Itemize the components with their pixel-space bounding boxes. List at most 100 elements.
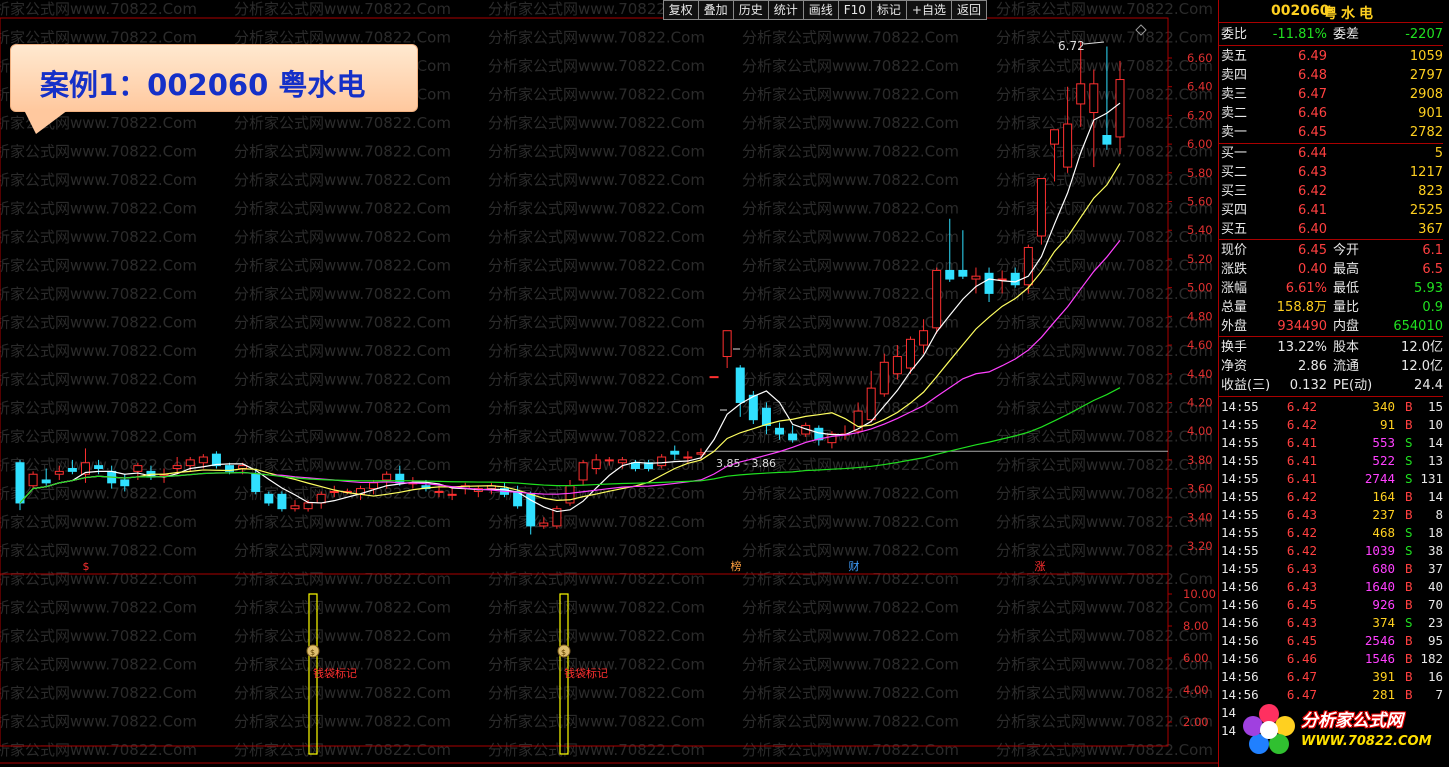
watermark-text: 分析家公式网www.70822.Com [742,428,959,446]
tick-time: 14:56 [1221,597,1259,612]
tick-time: 14:55 [1221,417,1259,432]
tick-side: B [1405,597,1413,612]
watermark-text: 分析家公式网www.70822.Com [742,86,959,104]
watermark-text: 分析家公式网www.70822.Com [488,513,705,531]
tick-time: 14 [1221,705,1237,720]
tick-volume: 237 [1372,507,1395,522]
candle-down [748,394,758,421]
tick-row[interactable]: 14:55 6.42 164 B 14 [1219,488,1443,506]
watermark-text: 分析家公式网www.70822.Com [742,513,959,531]
watermark-text: 分析家公式网www.70822.Com [996,371,1213,389]
tick-volume: 468 [1372,525,1395,540]
toolbar-button-7[interactable]: +自选 [905,0,952,20]
tick-row[interactable]: 14:55 6.43 680 B 37 [1219,560,1443,578]
watermark-text: 分析家公式网www.70822.Com [0,342,197,360]
tick-row[interactable]: 14:55 6.42 340 B 15 [1219,398,1443,416]
price-axis-label: 6.60 [1187,51,1213,65]
tick-row[interactable]: 14:55 6.41 553 S 14 [1219,434,1443,452]
stat-value: 2.86 [1298,359,1327,374]
watermark-text: 分析家公式网www.70822.Com [742,29,959,47]
toolbar-button-5[interactable]: F10 [837,0,872,20]
candle-up [866,387,876,421]
stat-value: 12.0亿 [1401,340,1443,355]
price-axis-label: 4.80 [1187,309,1213,323]
watermark-text: 分析家公式网www.70822.Com [488,342,705,360]
tick-row[interactable]: 14:56 6.46 1546 B 182 [1219,650,1443,668]
watermark-text: 分析家公式网www.70822.Com [996,485,1213,503]
watermark-text: 分析家公式网www.70822.Com [0,228,197,246]
indicator-axis-label: 4.00 [1183,683,1209,697]
watermark-text: 分析家公式网www.70822.Com [234,143,451,161]
ask-row: 卖一 6.45 2782 [1219,123,1443,142]
watermark-text: 分析家公式网www.70822.Com [488,684,705,702]
ask-price: 6.45 [1298,125,1327,140]
candle-up [539,522,549,527]
kline-chart-area[interactable]: 分析家公式网www.70822.Com 分析家公式网www.70822.Com 分析… [0,0,1218,767]
candle-up [919,330,929,346]
toolbar-button-8[interactable]: 返回 [950,0,987,20]
signal-label: 钱袋标记 [313,666,357,680]
tick-row[interactable]: 14:56 6.45 926 B 70 [1219,596,1443,614]
tick-row[interactable]: 14:56 6.43 1640 B 40 [1219,578,1443,596]
tick-row[interactable]: 14:55 6.42 91 B 10 [1219,416,1443,434]
candle-up [827,433,837,444]
ask-row: 卖二 6.46 901 [1219,104,1443,123]
candle-down [120,479,130,487]
tick-side: B [1405,417,1413,432]
weibi-value: -11.81% [1272,27,1327,42]
watermark-text: 分析家公式网www.70822.Com [996,684,1213,702]
tick-row[interactable]: 14:56 6.43 374 S 23 [1219,614,1443,632]
watermark-text: 分析家公式网www.70822.Com [996,428,1213,446]
tick-row[interactable]: 14:55 6.42 468 S 18 [1219,524,1443,542]
tick-side: S [1405,525,1413,540]
tick-row[interactable]: 14:55 6.42 1039 S 38 [1219,542,1443,560]
quote-panel: 002060 粤水电 委比 -11.81% 委差 -2207 卖五 6.49 105… [1218,0,1449,767]
price-axis-label: 5.00 [1187,281,1213,295]
candle-up [447,493,457,496]
price-axis-label: 5.40 [1187,223,1213,237]
candle-down [251,473,261,492]
tick-row[interactable]: 14:55 6.43 237 B 8 [1219,506,1443,524]
toolbar-button-4[interactable]: 画线 [802,0,839,20]
kline-chart-svg[interactable]: 分析家公式网www.70822.Com 分析家公式网www.70822.Com 分析… [0,0,1218,767]
tick-row[interactable]: 14:55 6.41 522 S 13 [1219,452,1443,470]
toolbar-button-3[interactable]: 统计 [767,0,804,20]
tick-price: 6.41 [1286,471,1317,486]
money-bag-glyph: $ [310,648,315,657]
price-axis-label: 4.40 [1187,367,1213,381]
tick-row[interactable]: 14:56 6.45 2546 B 95 [1219,632,1443,650]
watermark-text: 分析家公式网www.70822.Com [0,200,197,218]
bid-price: 6.43 [1298,165,1327,180]
tick-price: 6.42 [1286,417,1317,432]
tick-row[interactable]: 14:55 6.41 2744 S 131 [1219,470,1443,488]
watermark-text: 分析家公式网www.70822.Com [488,570,705,588]
toolbar-button-0[interactable]: 复权 [662,0,699,20]
bid-label: 买五 [1221,222,1248,237]
watermark-text: 分析家公式网www.70822.Com [234,0,451,18]
tick-time: 14:56 [1221,579,1259,594]
watermark-text: 分析家公式网www.70822.Com [742,741,959,759]
tick-side: B [1405,669,1413,684]
tick-price: 6.43 [1286,579,1317,594]
tick-volume: 680 [1372,561,1395,576]
divider [1219,45,1443,46]
toolbar-button-1[interactable]: 叠加 [697,0,734,20]
tick-count: 16 [1427,669,1443,684]
signal-label: 钱袋标记 [564,666,608,680]
candle-down [1010,272,1020,286]
tick-time: 14 [1221,723,1237,738]
tick-count: 95 [1427,633,1443,648]
stat-label: 外盘 [1221,319,1248,334]
toolbar-button-2[interactable]: 历史 [732,0,769,20]
watermark-text: 分析家公式网www.70822.Com [488,399,705,417]
watermark-text: 分析家公式网www.70822.Com [996,399,1213,417]
stat-label: 量比 [1333,300,1360,315]
candle-up [329,490,339,493]
tick-row[interactable]: 14:56 6.47 391 B 16 [1219,668,1443,686]
watermark-text: 分析家公式网www.70822.Com [234,570,451,588]
stat-label: 最高 [1333,262,1360,277]
watermark-text: 分析家公式网www.70822.Com [488,114,705,132]
watermark-text: 分析家公式网www.70822.Com [488,542,705,560]
candle-up [1076,83,1086,105]
toolbar-button-6[interactable]: 标记 [870,0,907,20]
